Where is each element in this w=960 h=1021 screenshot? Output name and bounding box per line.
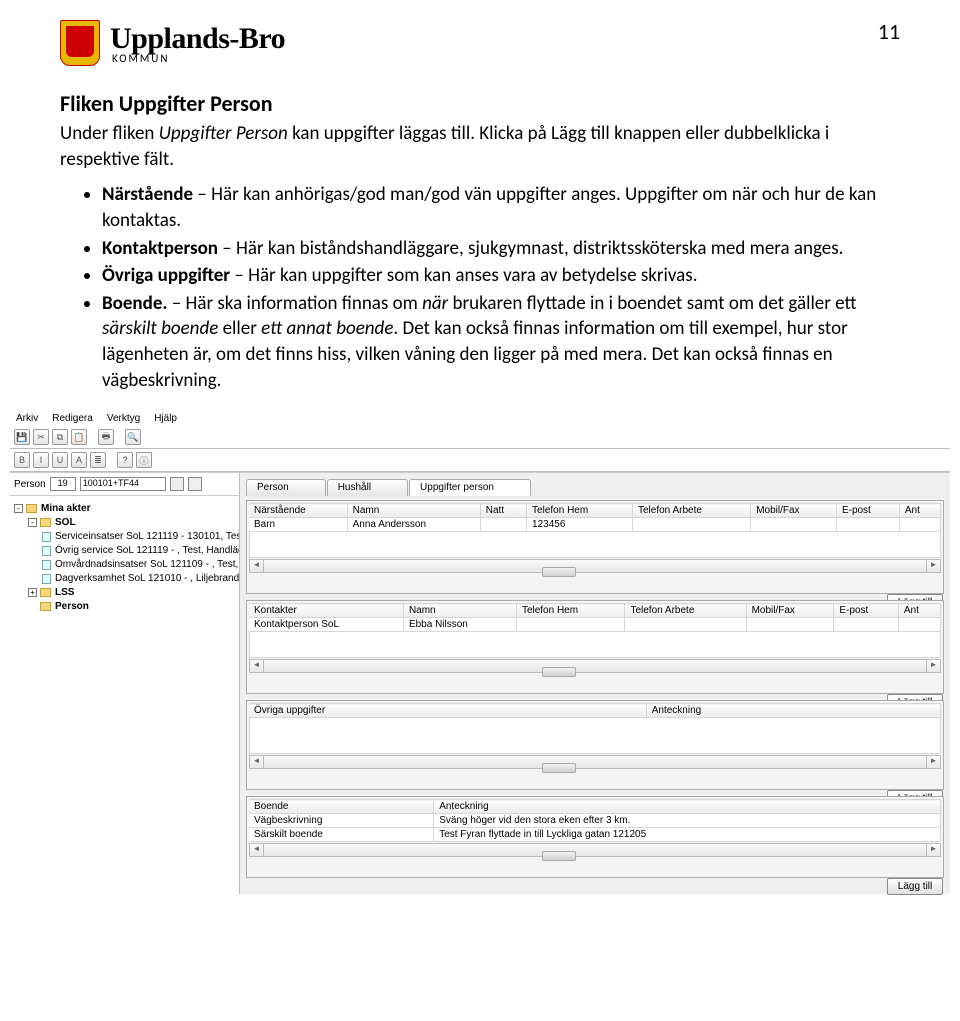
panel-narstaende: NärståendeNamnNattTelefon HemTelefon Arb…	[246, 500, 944, 594]
tree-item[interactable]: +Person	[14, 600, 235, 614]
panel-boende: BoendeAnteckningVägbeskrivningSväng höge…	[246, 796, 944, 878]
col-header[interactable]: Mobil/Fax	[746, 604, 834, 618]
bullet-item: Närstående – Här kan anhörigas/god man/g…	[102, 182, 900, 233]
tab-strip: PersonHushållUppgifter person	[246, 479, 944, 496]
col-header[interactable]: Boende	[249, 800, 434, 814]
section-heading: Fliken Uppgifter Person	[60, 90, 900, 117]
color-icon[interactable]: A	[71, 452, 87, 468]
tree-item[interactable]: Omvårdnadsinsatser SoL 121109 - , Test, …	[14, 558, 235, 572]
toolbar: 💾✂⧉📋 🖶 🔍	[10, 426, 950, 449]
tab-person[interactable]: Person	[246, 479, 326, 496]
add-button-boende[interactable]: Lägg till	[887, 878, 943, 895]
tree-item[interactable]: -SOL	[14, 516, 235, 530]
clear-icon[interactable]	[188, 477, 202, 491]
col-header[interactable]: Namn	[347, 504, 480, 518]
italic-icon[interactable]: I	[33, 452, 49, 468]
table-row[interactable]: Särskilt boendeTest Fyran flyttade in ti…	[249, 828, 941, 842]
table-row[interactable]: BarnAnna Andersson123456	[249, 518, 941, 532]
tree-item[interactable]: -Mina akter	[14, 502, 235, 516]
col-header[interactable]: Telefon Hem	[516, 604, 625, 618]
bullet-list: Närstående – Här kan anhörigas/god man/g…	[60, 182, 900, 393]
menu-verktyg[interactable]: Verktyg	[107, 413, 140, 424]
list-icon[interactable]: ≣	[90, 452, 106, 468]
menu-redigera[interactable]: Redigera	[52, 413, 93, 424]
crest-icon	[60, 20, 100, 66]
table-row[interactable]: Kontaktperson SoLEbba Nilsson	[249, 618, 941, 632]
menu-hjälp[interactable]: Hjälp	[154, 413, 177, 424]
col-header[interactable]: Kontakter	[249, 604, 403, 618]
intro-paragraph: Under fliken Uppgifter Person kan uppgif…	[60, 121, 900, 172]
panel-kontakter: KontakterNamnTelefon HemTelefon ArbeteMo…	[246, 600, 944, 694]
col-header[interactable]: Ant	[899, 504, 940, 518]
tree-item[interactable]: Dagverksamhet SoL 121010 - , Liljebrand,…	[14, 572, 235, 586]
table-row[interactable]: VägbeskrivningSväng höger vid den stora …	[249, 814, 941, 828]
col-header[interactable]: Telefon Hem	[527, 504, 633, 518]
bold-icon[interactable]: B	[14, 452, 30, 468]
tree-item[interactable]: Serviceinsatser SoL 121119 - 130101, Tes…	[14, 530, 235, 544]
hscrollbar[interactable]: ◄►	[249, 559, 941, 573]
hscrollbar[interactable]: ◄►	[249, 755, 941, 769]
hscrollbar[interactable]: ◄►	[249, 843, 941, 857]
copy-icon[interactable]: ⧉	[52, 429, 68, 445]
paste-icon[interactable]: 📋	[71, 429, 87, 445]
tree-view[interactable]: -Mina akter-SOLServiceinsatser SoL 12111…	[10, 496, 239, 620]
underline-icon[interactable]: U	[52, 452, 68, 468]
grid-narstaende[interactable]: NärståendeNamnNattTelefon HemTelefon Arb…	[249, 503, 941, 532]
print-icon[interactable]: 🖶	[98, 429, 114, 445]
logo-title: Upplands-Bro	[110, 22, 285, 56]
page-number: 11	[878, 18, 900, 45]
help-icon[interactable]: ?	[117, 452, 133, 468]
menubar: Arkiv Redigera Verktyg Hjälp	[10, 411, 950, 426]
tree-item[interactable]: +LSS	[14, 586, 235, 600]
col-header[interactable]: Namn	[403, 604, 516, 618]
col-header[interactable]: Natt	[480, 504, 526, 518]
col-header[interactable]: Övriga uppgifter	[249, 704, 646, 718]
col-header[interactable]: E-post	[836, 504, 899, 518]
tab-uppgifter-person[interactable]: Uppgifter person	[409, 479, 531, 496]
left-pane: Person 19 100101+TF44 -Mina akter-SOLSer…	[10, 473, 240, 894]
logo: Upplands-Bro KOMMUN	[60, 20, 900, 66]
col-header[interactable]: Närstående	[249, 504, 347, 518]
bullet-item: Boende. – Här ska information finnas om …	[102, 291, 900, 394]
col-header[interactable]: Anteckning	[646, 704, 940, 718]
right-pane: PersonHushållUppgifter person Närstående…	[240, 473, 950, 894]
search-icon[interactable]	[170, 477, 184, 491]
col-header[interactable]: Telefon Arbete	[632, 504, 750, 518]
bullet-item: Övriga uppgifter – Här kan uppgifter som…	[102, 263, 900, 289]
col-header[interactable]: Anteckning	[434, 800, 941, 814]
grid-ovriga[interactable]: Övriga uppgifterAnteckning	[249, 703, 941, 718]
tree-item[interactable]: Övrig service SoL 121119 - , Test, Handl…	[14, 544, 235, 558]
person-search-row: Person 19 100101+TF44	[10, 473, 239, 496]
panel-ovriga: Övriga uppgifterAnteckning◄►Lägg till	[246, 700, 944, 790]
grid-boende[interactable]: BoendeAnteckningVägbeskrivningSväng höge…	[249, 799, 941, 842]
app-screenshot: Arkiv Redigera Verktyg Hjälp 💾✂⧉📋 🖶 🔍 BIUA≣?ⓘ…	[10, 411, 950, 894]
col-header[interactable]: Ant	[898, 604, 940, 618]
cut-icon[interactable]: ✂	[33, 429, 49, 445]
menu-arkiv[interactable]: Arkiv	[16, 413, 38, 424]
toolbar-2: BIUA≣?ⓘ	[10, 449, 950, 472]
person-id-input[interactable]: 100101+TF44	[80, 477, 166, 491]
info-icon[interactable]: ⓘ	[136, 452, 152, 468]
bullet-item: Kontaktperson – Här kan biståndshandlägg…	[102, 236, 900, 262]
col-header[interactable]: E-post	[834, 604, 898, 618]
col-header[interactable]: Mobil/Fax	[751, 504, 837, 518]
person-num-input[interactable]: 19	[50, 477, 76, 491]
tab-hushåll[interactable]: Hushåll	[327, 479, 408, 496]
col-header[interactable]: Telefon Arbete	[625, 604, 746, 618]
hscrollbar[interactable]: ◄►	[249, 659, 941, 673]
save-icon[interactable]: 💾	[14, 429, 30, 445]
find-icon[interactable]: 🔍	[125, 429, 141, 445]
grid-kontakter[interactable]: KontakterNamnTelefon HemTelefon ArbeteMo…	[249, 603, 941, 632]
person-label: Person	[14, 479, 46, 490]
